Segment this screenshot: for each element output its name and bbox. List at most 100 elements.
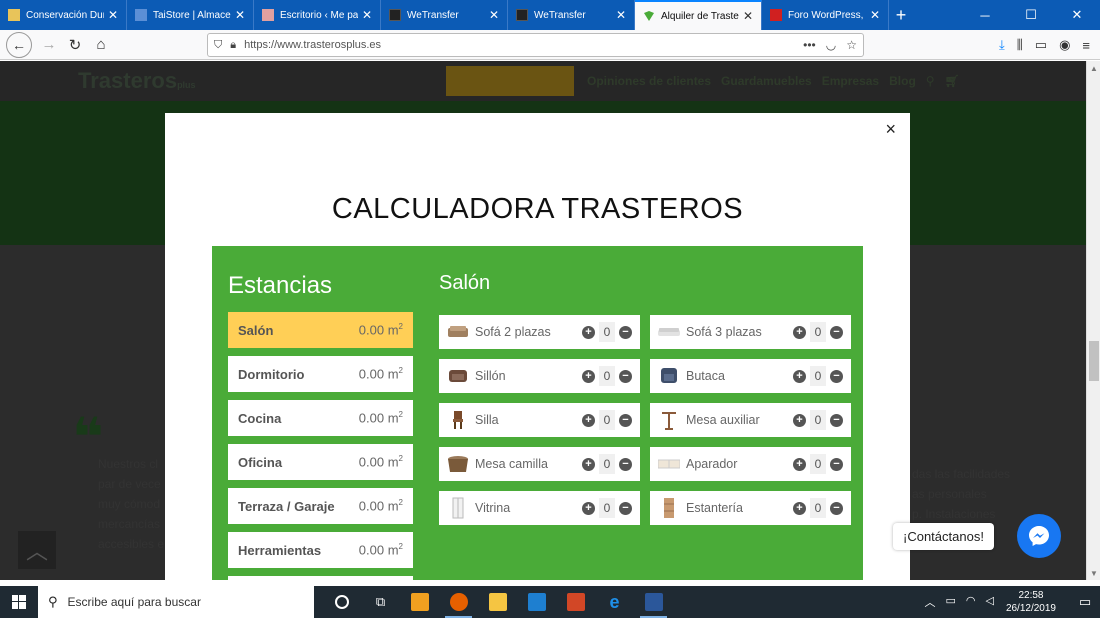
quantity-field[interactable]: 0 (810, 454, 826, 474)
menu-item[interactable]: Blog (889, 74, 916, 88)
messenger-button[interactable] (1017, 514, 1061, 558)
outlook-icon[interactable] (400, 586, 439, 618)
word-icon[interactable] (634, 586, 673, 618)
url-bar[interactable]: ⛉ 🔒︎ https://www.trasterosplus.es ••• ◡ … (207, 33, 864, 57)
close-tab-icon[interactable]: ✕ (743, 9, 753, 23)
quantity-field[interactable]: 0 (599, 366, 615, 386)
search-icon[interactable]: ⚲ (926, 74, 935, 88)
close-tab-icon[interactable]: ✕ (489, 8, 499, 22)
plus-icon[interactable]: + (582, 413, 595, 427)
firefox-icon[interactable] (439, 586, 478, 618)
start-button[interactable] (0, 586, 38, 618)
task-view-icon[interactable]: ⧉ (361, 586, 400, 618)
powerpoint-icon[interactable] (556, 586, 595, 618)
quantity-field[interactable]: 0 (810, 498, 826, 518)
plus-icon[interactable]: + (793, 369, 806, 383)
page-actions-icon[interactable]: ••• (803, 38, 816, 52)
file-explorer-icon[interactable] (478, 586, 517, 618)
bookmark-star-icon[interactable]: ☆ (846, 38, 857, 52)
hamburger-menu-icon[interactable]: ≡ (1082, 38, 1090, 53)
quantity-field[interactable]: 0 (810, 410, 826, 430)
plus-icon[interactable]: + (582, 369, 595, 383)
browser-tab[interactable]: Foro WordPress, Jo ✕ (762, 0, 889, 30)
download-icon[interactable]: ⤓ (999, 37, 1005, 53)
minus-icon[interactable]: − (830, 369, 843, 383)
pocket-icon[interactable]: ◡ (826, 38, 836, 52)
chevron-up-icon[interactable]: ︿ (924, 594, 935, 610)
back-to-top-button[interactable]: ︿ (18, 531, 56, 569)
minus-icon[interactable]: − (619, 369, 632, 383)
scroll-up-icon[interactable]: ▲ (1087, 61, 1100, 75)
quantity-field[interactable]: 0 (810, 322, 826, 342)
room-herramientas[interactable]: Herramientas 0.00 m2 (228, 532, 413, 568)
battery-icon[interactable]: ▭ (945, 594, 955, 610)
forward-button-icon[interactable]: → (36, 32, 62, 58)
library-icon[interactable]: ⫼ (1017, 37, 1023, 53)
header-cta-button[interactable] (446, 66, 574, 96)
minimize-icon[interactable]: ─ (962, 0, 1008, 30)
scroll-down-icon[interactable]: ▼ (1087, 566, 1100, 580)
room-terraza-garaje[interactable]: Terraza / Garaje 0.00 m2 (228, 488, 413, 524)
page-scrollbar[interactable]: ▲ ▼ (1086, 61, 1100, 580)
browser-tab-active[interactable]: Alquiler de Trastero ✕ (635, 0, 762, 30)
plus-icon[interactable]: + (793, 501, 806, 515)
minus-icon[interactable]: − (619, 501, 632, 515)
menu-item[interactable]: Opiniones de clientes (587, 74, 711, 88)
plus-icon[interactable]: + (793, 325, 806, 339)
plus-icon[interactable]: + (582, 457, 595, 471)
home-icon[interactable]: ⌂ (88, 32, 114, 58)
minus-icon[interactable]: − (830, 457, 843, 471)
maximize-icon[interactable]: ☐ (1008, 0, 1054, 30)
back-button-icon[interactable]: ← (6, 31, 32, 58)
scroll-thumb[interactable] (1089, 341, 1099, 381)
account-icon[interactable]: ◉ (1059, 37, 1070, 53)
browser-tab[interactable]: Escritorio ‹ Me pas ✕ (254, 0, 381, 30)
quantity-field[interactable]: 0 (599, 410, 615, 430)
volume-icon[interactable]: ◁ (985, 594, 993, 610)
url-text[interactable]: https://www.trasterosplus.es (244, 39, 803, 51)
browser-tab[interactable]: Conservación Dun ✕ (0, 0, 127, 30)
minus-icon[interactable]: − (619, 457, 632, 471)
close-window-icon[interactable]: ✕ (1054, 0, 1100, 30)
minus-icon[interactable]: − (619, 413, 632, 427)
minus-icon[interactable]: − (619, 325, 632, 339)
reload-icon[interactable]: ↻ (62, 32, 88, 58)
quantity-field[interactable]: 0 (599, 322, 615, 342)
plus-icon[interactable]: + (793, 457, 806, 471)
shield-icon[interactable]: ⛉ (214, 39, 222, 52)
browser-tab[interactable]: TaiStore | Almacen ✕ (127, 0, 254, 30)
cart-icon[interactable]: 🛒︎ (945, 74, 960, 88)
notification-icon[interactable]: ▭ (1070, 594, 1100, 610)
close-tab-icon[interactable]: ✕ (108, 8, 118, 22)
close-modal-button[interactable]: × (885, 119, 896, 140)
plus-icon[interactable]: + (793, 413, 806, 427)
browser-tab[interactable]: WeTransfer ✕ (508, 0, 635, 30)
room-partial[interactable] (228, 576, 413, 580)
edge-icon[interactable]: e (595, 586, 634, 618)
close-tab-icon[interactable]: ✕ (870, 8, 880, 22)
lock-icon[interactable]: 🔒︎ (230, 39, 236, 52)
clock[interactable]: 22:58 26/12/2019 (1006, 589, 1056, 615)
wifi-icon[interactable]: ◠ (966, 594, 976, 610)
minus-icon[interactable]: − (830, 413, 843, 427)
room-dormitorio[interactable]: Dormitorio 0.00 m2 (228, 356, 413, 392)
quantity-field[interactable]: 0 (599, 454, 615, 474)
sidebar-icon[interactable]: ▭ (1035, 37, 1047, 53)
room-cocina[interactable]: Cocina 0.00 m2 (228, 400, 413, 436)
menu-item[interactable]: Empresas (822, 74, 879, 88)
new-tab-button[interactable]: + (889, 0, 913, 30)
close-tab-icon[interactable]: ✕ (235, 8, 245, 22)
room-oficina[interactable]: Oficina 0.00 m2 (228, 444, 413, 480)
media-player-icon[interactable] (517, 586, 556, 618)
menu-item[interactable]: Guardamuebles (721, 74, 812, 88)
quantity-field[interactable]: 0 (599, 498, 615, 518)
contact-bubble[interactable]: ¡Contáctanos! (893, 523, 994, 550)
quantity-field[interactable]: 0 (810, 366, 826, 386)
minus-icon[interactable]: − (830, 501, 843, 515)
room-salon[interactable]: Salón 0.00 m2 (228, 312, 413, 348)
plus-icon[interactable]: + (582, 325, 595, 339)
plus-icon[interactable]: + (582, 501, 595, 515)
browser-tab[interactable]: WeTransfer ✕ (381, 0, 508, 30)
close-tab-icon[interactable]: ✕ (616, 8, 626, 22)
site-logo[interactable]: Trasterosplus (78, 68, 196, 94)
